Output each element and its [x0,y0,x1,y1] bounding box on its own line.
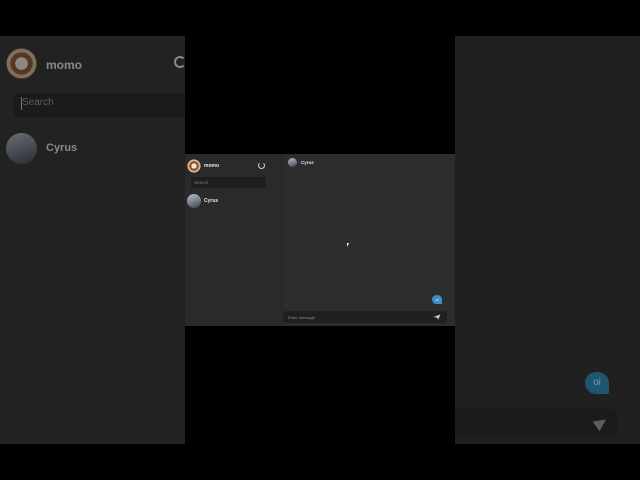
search-input[interactable] [191,177,266,188]
user-name: momo [204,163,219,169]
message-input[interactable] [286,311,426,323]
background-search-placeholder: Search [22,97,54,108]
message-composer [283,311,447,323]
background-blur-left: momo Search Cyrus [0,36,185,444]
background-contact-name: Cyrus [46,142,78,154]
background-blur-right: oi [455,36,640,444]
background-user-avatar [6,48,37,79]
refresh-icon[interactable] [258,162,265,169]
contact-name: Cyrus [204,198,219,204]
background-refresh-icon [174,56,185,68]
screen: momo Search Cyrus oi momo Cyrus Cyrus [0,0,640,480]
chat-panel: Cyrus oi [283,154,455,326]
send-icon[interactable] [433,314,441,320]
contact-list-item[interactable]: Cyrus [185,193,283,209]
mouse-pointer-icon [347,243,349,247]
sidebar: momo Cyrus [185,154,283,326]
chat-header-avatar-icon [288,158,297,167]
chat-app-window: momo Cyrus Cyrus oi [185,154,455,326]
chat-header-name: Cyrus [301,160,314,165]
background-user-name: momo [46,58,82,72]
background-contact-avatar [6,133,37,164]
contact-avatar-icon [187,194,201,208]
user-avatar-icon[interactable] [187,159,201,173]
background-message-bubble: oi [585,372,609,394]
message-bubble-sent: oi [432,295,442,304]
